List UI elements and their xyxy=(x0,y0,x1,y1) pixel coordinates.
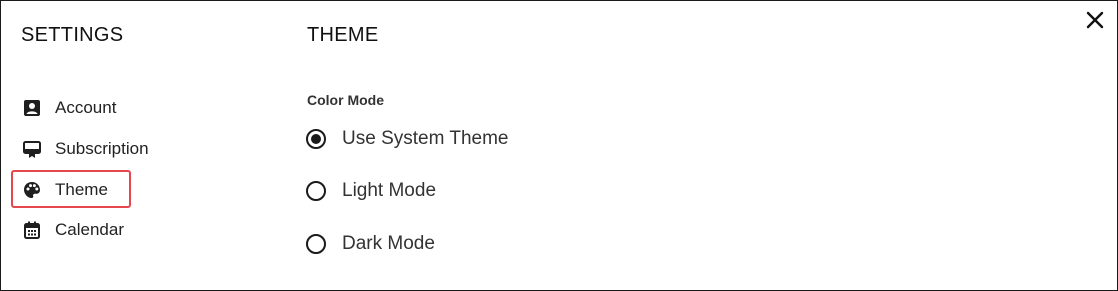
nav-item-theme[interactable]: Theme xyxy=(21,178,108,202)
radio-label: Use System Theme xyxy=(342,128,509,149)
radio-light-mode[interactable]: Light Mode xyxy=(306,180,436,202)
nav-item-account[interactable]: Account xyxy=(21,96,116,120)
radio-button[interactable] xyxy=(306,129,326,149)
nav-item-subscription[interactable]: Subscription xyxy=(21,137,149,161)
radio-label: Dark Mode xyxy=(342,233,435,254)
nav-item-calendar[interactable]: Calendar xyxy=(21,218,124,242)
color-mode-label: Color Mode xyxy=(307,92,384,108)
nav-item-label: Calendar xyxy=(55,220,124,239)
calendar-icon xyxy=(21,219,43,241)
settings-dialog: SETTINGS Account Subscription Theme Cale… xyxy=(0,0,1118,291)
account-box-icon xyxy=(21,97,43,119)
radio-dark-mode[interactable]: Dark Mode xyxy=(306,233,435,255)
palette-icon xyxy=(21,179,43,201)
radio-label: Light Mode xyxy=(342,180,437,201)
radio-button[interactable] xyxy=(306,234,326,254)
section-title: THEME xyxy=(307,24,379,46)
subscription-card-icon xyxy=(21,138,43,160)
close-button[interactable] xyxy=(1083,8,1107,32)
radio-use-system-theme[interactable]: Use System Theme xyxy=(306,128,508,150)
nav-item-label: Account xyxy=(55,98,117,117)
nav-item-label: Theme xyxy=(55,180,108,199)
radio-button[interactable] xyxy=(306,181,326,201)
nav-item-label: Subscription xyxy=(55,139,149,158)
close-icon xyxy=(1086,11,1104,29)
settings-title: SETTINGS xyxy=(21,24,124,46)
